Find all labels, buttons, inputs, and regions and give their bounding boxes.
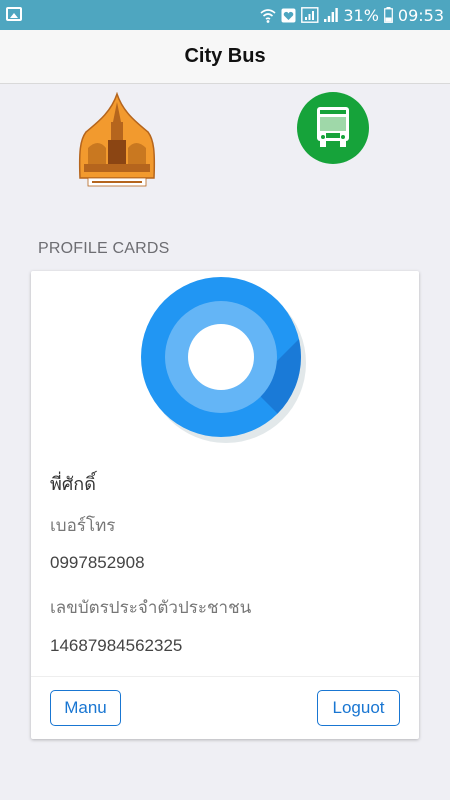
university-logo bbox=[78, 91, 156, 190]
card-divider bbox=[31, 676, 419, 677]
phone-label: เบอร์โทร bbox=[50, 516, 116, 535]
navigation-bar: City Bus bbox=[0, 30, 450, 84]
profile-card: พี่ศักดิ์ เบอร์โทร 0997852908 เลขบัตรประ… bbox=[31, 271, 419, 739]
wifi-icon bbox=[260, 8, 276, 23]
page-title: City Bus bbox=[184, 45, 266, 67]
id-card-number: 14687984562325 bbox=[50, 636, 183, 655]
menu-button[interactable]: Manu bbox=[50, 690, 121, 726]
battery-icon bbox=[383, 7, 393, 23]
heart-notification-icon bbox=[281, 8, 296, 23]
sim-signal-icon bbox=[301, 7, 319, 23]
profile-name: พี่ศักดิ์ bbox=[50, 474, 96, 494]
logout-button[interactable]: Loguot bbox=[317, 690, 400, 726]
status-bar: 31% 09:53 bbox=[0, 0, 450, 30]
status-icons: 31% 09:53 bbox=[260, 4, 444, 26]
signal-icon bbox=[324, 7, 339, 23]
section-header: PROFILE CARDS bbox=[38, 240, 170, 257]
battery-percent: 31% bbox=[343, 5, 379, 25]
city-bus-logo bbox=[296, 91, 370, 165]
id-card-label: เลขบัตรประจำตัวประชาชน bbox=[50, 598, 252, 617]
profile-avatar-icon bbox=[141, 277, 313, 449]
gallery-notification-icon bbox=[6, 7, 22, 21]
phone-number: 0997852908 bbox=[50, 553, 145, 572]
status-time: 09:53 bbox=[397, 5, 444, 25]
